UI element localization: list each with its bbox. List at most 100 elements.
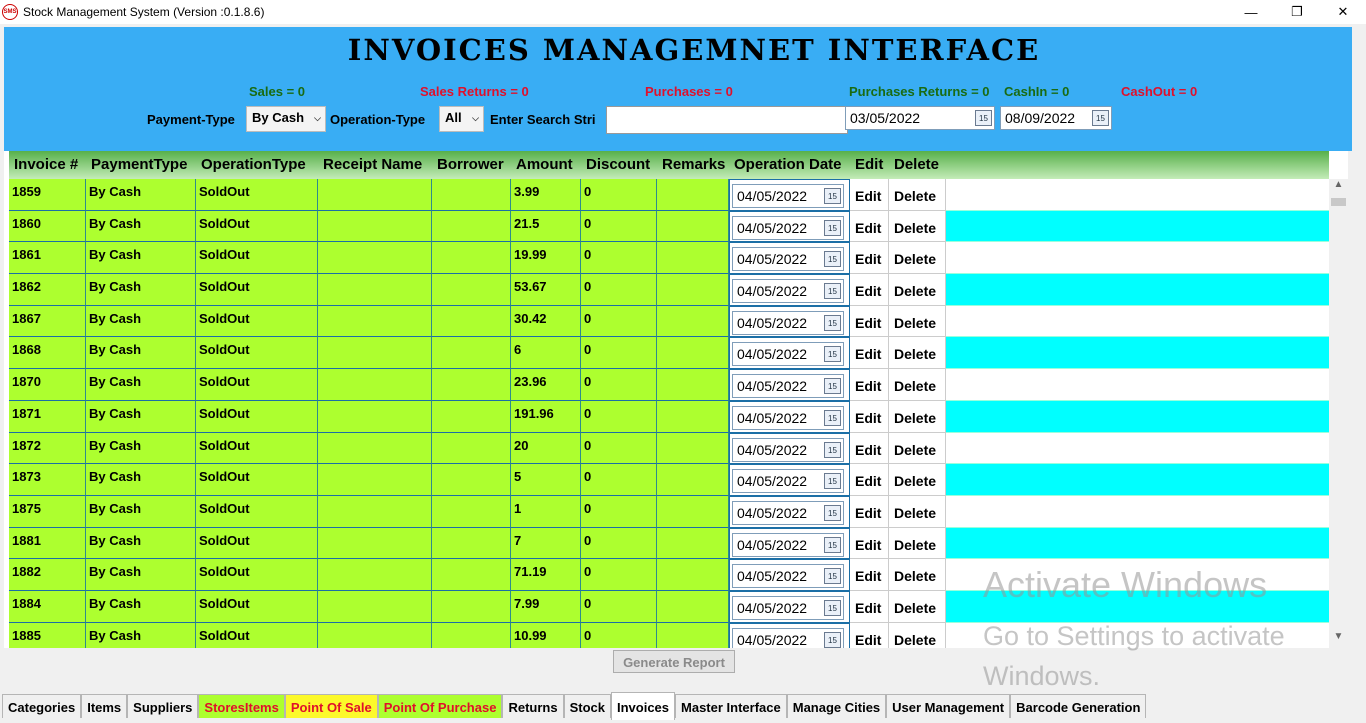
cell-remarks[interactable] xyxy=(657,369,729,401)
cell-receipt[interactable] xyxy=(318,242,432,275)
tab-stock[interactable]: Stock xyxy=(563,694,611,718)
cell-operation[interactable]: SoldOut xyxy=(196,400,318,433)
column-header[interactable]: Delete xyxy=(889,151,946,179)
cell-payment[interactable]: By Cash xyxy=(86,369,196,401)
table-row[interactable]: 1862 By Cash SoldOut 53.67 0 04/05/2022 15 Edit… xyxy=(9,274,1329,306)
cell-amount[interactable]: 19.99 xyxy=(511,242,581,275)
cell-borrower[interactable] xyxy=(432,274,511,306)
cell-amount[interactable]: 3.99 xyxy=(511,179,581,211)
scroll-up-icon[interactable]: ▲ xyxy=(1329,179,1348,196)
column-header[interactable]: Remarks xyxy=(657,151,729,179)
cell-remarks[interactable] xyxy=(657,274,729,306)
edit-button[interactable]: Edit xyxy=(850,464,889,496)
operation-date-picker[interactable]: 04/05/2022 15 xyxy=(729,210,850,243)
cell-receipt[interactable] xyxy=(318,305,432,338)
date-to-picker[interactable]: 08/09/2022 15 xyxy=(1000,106,1112,130)
cell-invoice[interactable]: 1881 xyxy=(9,527,86,560)
cell-payment[interactable]: By Cash xyxy=(86,400,196,433)
cell-invoice[interactable]: 1875 xyxy=(9,495,86,528)
cell-discount[interactable]: 0 xyxy=(581,305,657,338)
table-row[interactable]: 1860 By Cash SoldOut 21.5 0 04/05/2022 15 Edit D… xyxy=(9,210,1329,243)
cell-receipt[interactable] xyxy=(318,590,432,623)
tab-manage-cities[interactable]: Manage Cities xyxy=(786,694,887,718)
cell-payment[interactable]: By Cash xyxy=(86,464,196,496)
cell-operation[interactable]: SoldOut xyxy=(196,305,318,338)
operation-date-field[interactable]: 04/05/2022 15 xyxy=(732,564,844,589)
column-header[interactable]: PaymentType xyxy=(86,151,196,179)
delete-button[interactable]: Delete xyxy=(889,337,946,370)
delete-button[interactable]: Delete xyxy=(889,590,946,623)
operation-date-picker[interactable]: 04/05/2022 15 xyxy=(729,464,850,496)
cell-amount[interactable]: 191.96 xyxy=(511,400,581,433)
edit-button[interactable]: Edit xyxy=(850,590,889,623)
operation-date-field[interactable]: 04/05/2022 15 xyxy=(732,405,844,430)
cell-invoice[interactable]: 1862 xyxy=(9,274,86,306)
cell-discount[interactable]: 0 xyxy=(581,590,657,623)
tab-point-of-purchase[interactable]: Point Of Purchase xyxy=(377,694,503,718)
operation-date-picker[interactable]: 04/05/2022 15 xyxy=(729,242,850,275)
cell-receipt[interactable] xyxy=(318,179,432,211)
delete-button[interactable]: Delete xyxy=(889,179,946,211)
tab-returns[interactable]: Returns xyxy=(502,694,564,718)
cell-payment[interactable]: By Cash xyxy=(86,622,196,648)
edit-button[interactable]: Edit xyxy=(850,432,889,465)
operation-date-picker[interactable]: 04/05/2022 15 xyxy=(729,590,850,623)
cell-discount[interactable]: 0 xyxy=(581,495,657,528)
cell-amount[interactable]: 71.19 xyxy=(511,559,581,591)
delete-button[interactable]: Delete xyxy=(889,495,946,528)
cell-receipt[interactable] xyxy=(318,337,432,370)
cell-receipt[interactable] xyxy=(318,274,432,306)
tab-invoices[interactable]: Invoices xyxy=(610,692,676,720)
operation-date-field[interactable]: 04/05/2022 15 xyxy=(732,437,844,462)
scroll-thumb[interactable] xyxy=(1331,198,1346,206)
delete-button[interactable]: Delete xyxy=(889,400,946,433)
tab-categories[interactable]: Categories xyxy=(2,694,82,718)
cell-operation[interactable]: SoldOut xyxy=(196,274,318,306)
operation-date-picker[interactable]: 04/05/2022 15 xyxy=(729,305,850,338)
operation-date-picker[interactable]: 04/05/2022 15 xyxy=(729,369,850,401)
calendar-icon[interactable]: 15 xyxy=(824,631,841,648)
cell-remarks[interactable] xyxy=(657,464,729,496)
cell-receipt[interactable] xyxy=(318,527,432,560)
calendar-icon[interactable]: 15 xyxy=(824,536,841,553)
operation-date-field[interactable]: 04/05/2022 15 xyxy=(732,374,844,399)
column-header[interactable]: Receipt Name xyxy=(318,151,432,179)
cell-payment[interactable]: By Cash xyxy=(86,432,196,465)
tab-master-interface[interactable]: Master Interface xyxy=(675,694,787,718)
cell-operation[interactable]: SoldOut xyxy=(196,210,318,243)
operation-date-field[interactable]: 04/05/2022 15 xyxy=(732,595,844,620)
calendar-icon[interactable]: 15 xyxy=(824,409,841,426)
cell-remarks[interactable] xyxy=(657,495,729,528)
cell-amount[interactable]: 7 xyxy=(511,527,581,560)
edit-button[interactable]: Edit xyxy=(850,369,889,401)
cell-operation[interactable]: SoldOut xyxy=(196,495,318,528)
cell-operation[interactable]: SoldOut xyxy=(196,559,318,591)
cell-borrower[interactable] xyxy=(432,337,511,370)
table-row[interactable]: 1861 By Cash SoldOut 19.99 0 04/05/2022 15 Edit… xyxy=(9,242,1329,275)
delete-button[interactable]: Delete xyxy=(889,274,946,306)
edit-button[interactable]: Edit xyxy=(850,274,889,306)
cell-borrower[interactable] xyxy=(432,622,511,648)
cell-remarks[interactable] xyxy=(657,527,729,560)
cell-borrower[interactable] xyxy=(432,210,511,243)
cell-borrower[interactable] xyxy=(432,305,511,338)
cell-invoice[interactable]: 1868 xyxy=(9,337,86,370)
cell-invoice[interactable]: 1884 xyxy=(9,590,86,623)
tab-user-management[interactable]: User Management xyxy=(886,694,1011,718)
cell-discount[interactable]: 0 xyxy=(581,432,657,465)
edit-button[interactable]: Edit xyxy=(850,305,889,338)
edit-button[interactable]: Edit xyxy=(850,337,889,370)
cell-remarks[interactable] xyxy=(657,337,729,370)
column-header[interactable]: Operation Date xyxy=(729,151,850,179)
column-header[interactable]: Borrower xyxy=(432,151,511,179)
delete-button[interactable]: Delete xyxy=(889,622,946,648)
calendar-icon[interactable]: 15 xyxy=(824,251,841,268)
generate-report-button[interactable]: Generate Report xyxy=(613,650,735,673)
tab-suppliers[interactable]: Suppliers xyxy=(127,694,199,718)
cell-operation[interactable]: SoldOut xyxy=(196,622,318,648)
operation-date-field[interactable]: 04/05/2022 15 xyxy=(732,215,844,240)
cell-invoice[interactable]: 1860 xyxy=(9,210,86,243)
table-row[interactable]: 1868 By Cash SoldOut 6 0 04/05/2022 15 Edit Dele… xyxy=(9,337,1329,370)
cell-borrower[interactable] xyxy=(432,464,511,496)
cell-borrower[interactable] xyxy=(432,400,511,433)
